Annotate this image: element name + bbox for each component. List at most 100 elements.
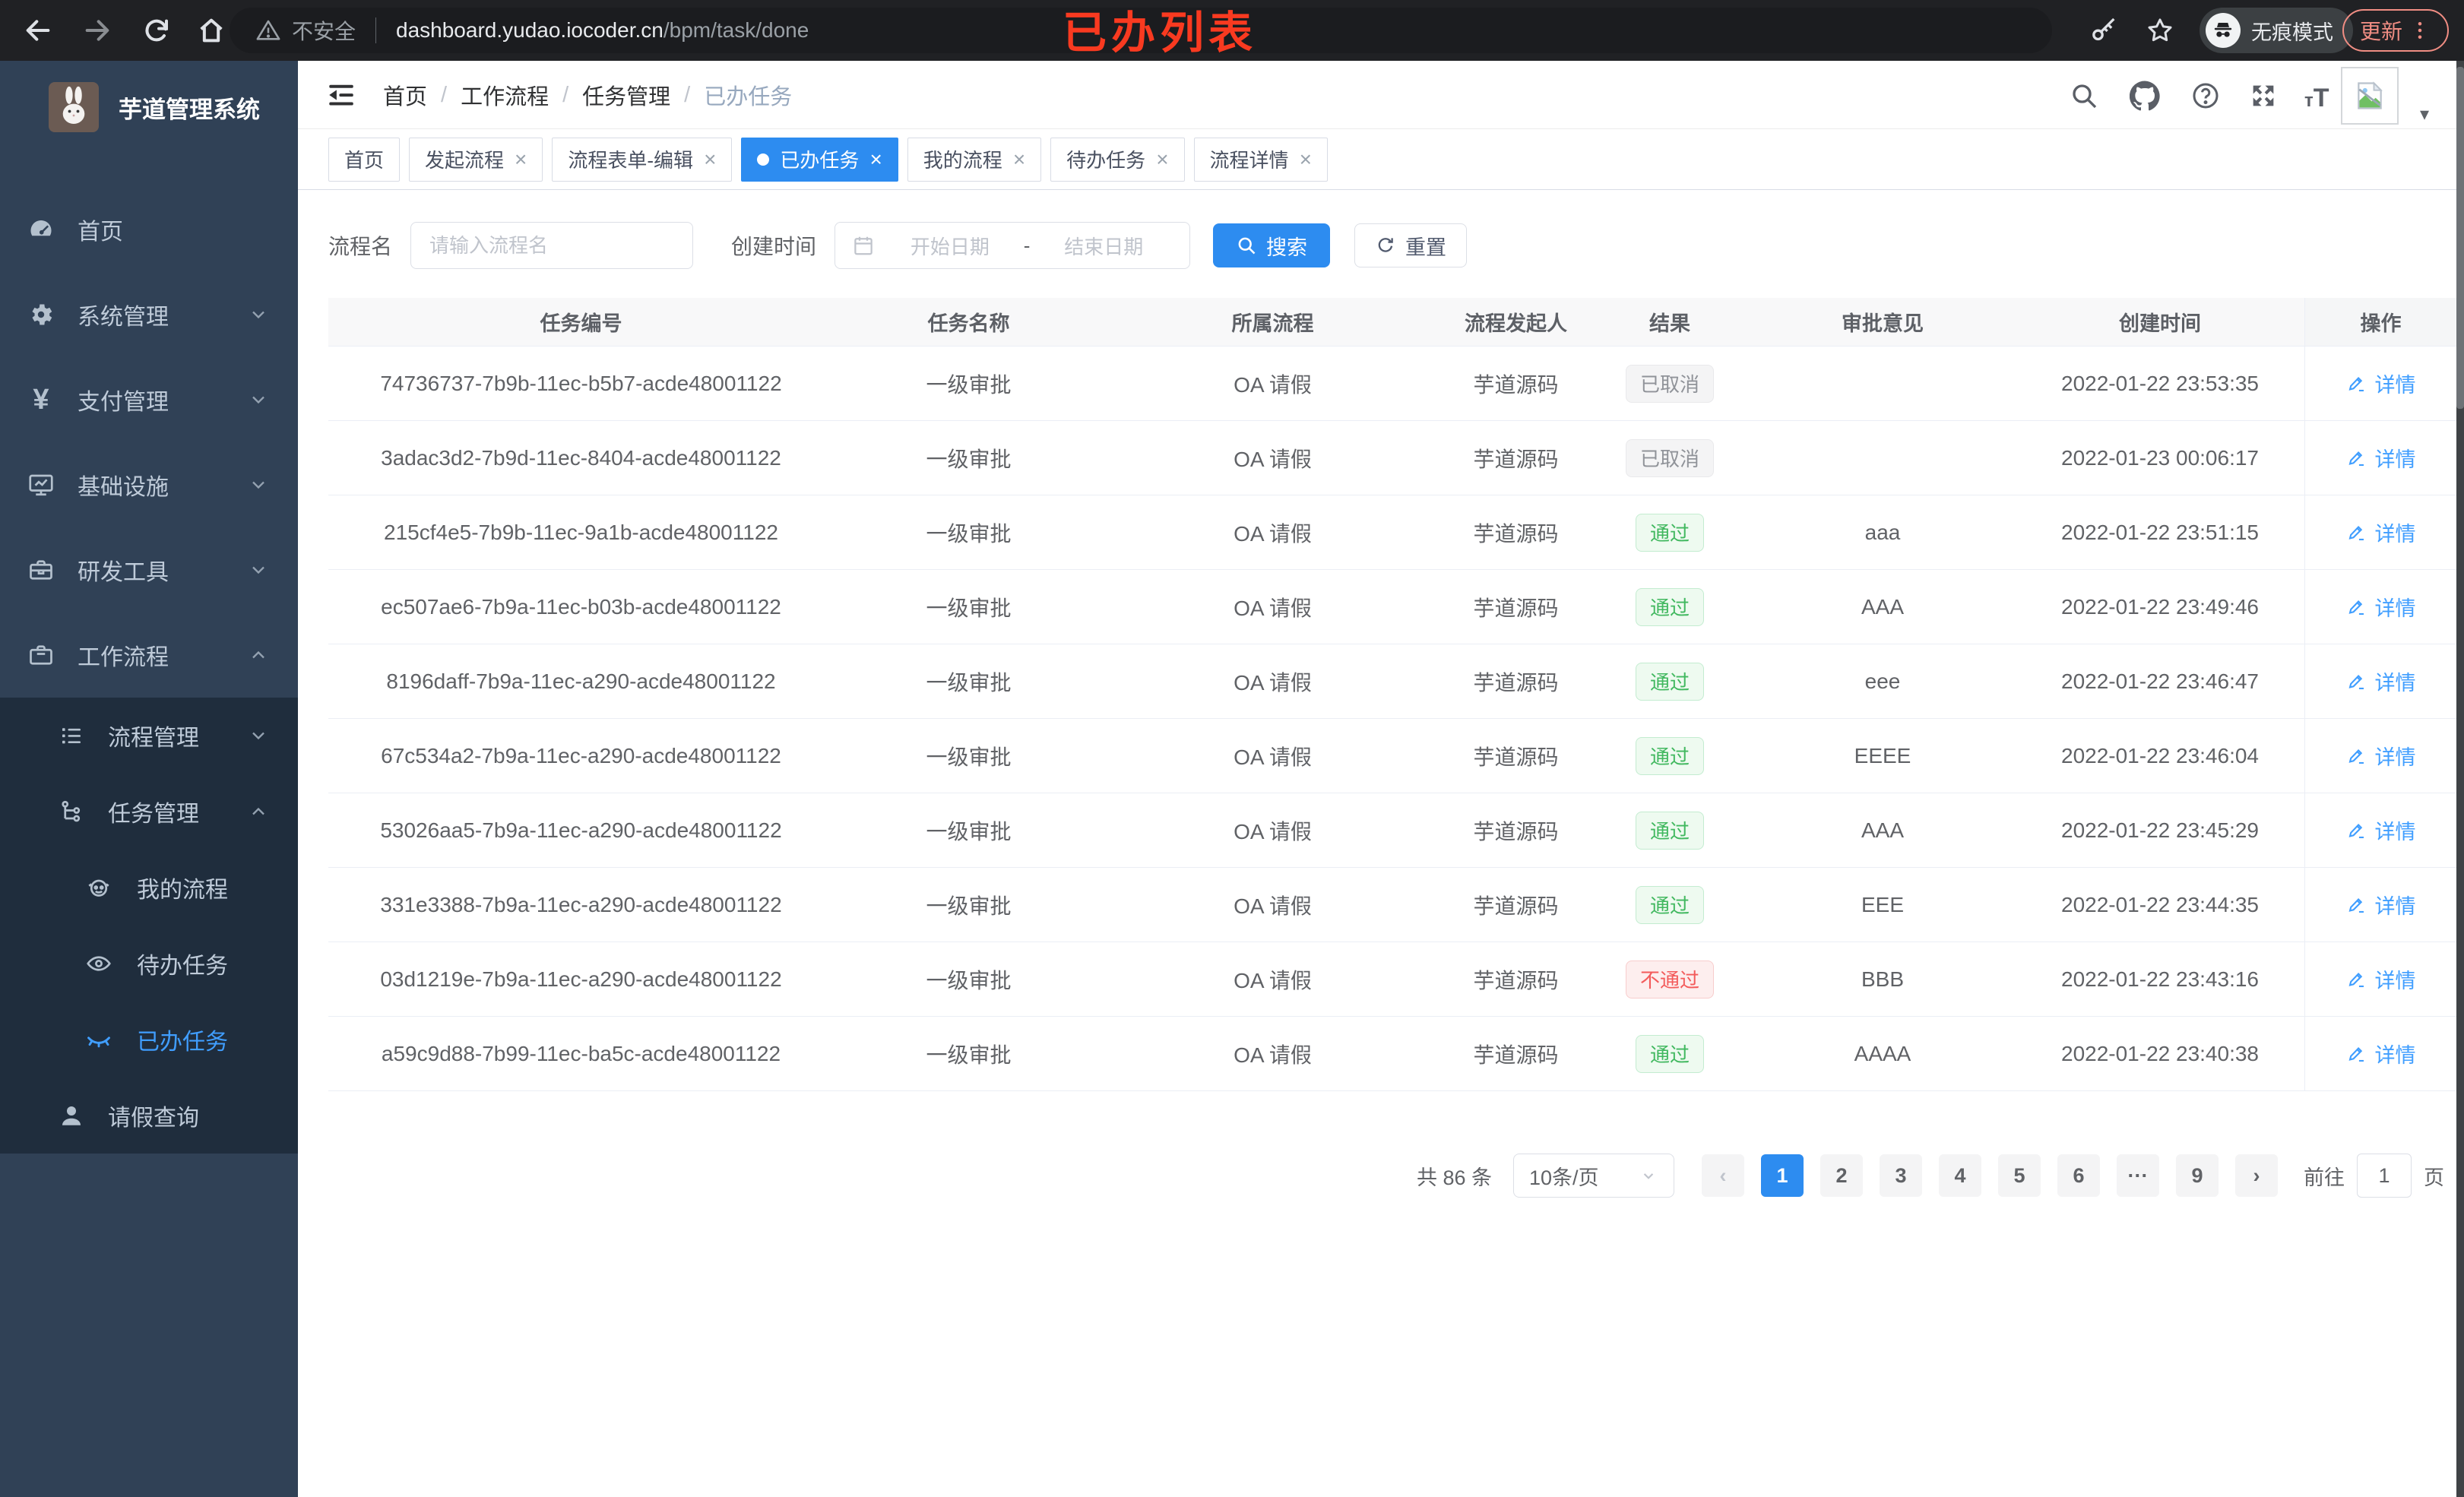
tab-label: 首页 [344,149,385,172]
github-icon[interactable] [2130,81,2160,111]
create-time-label: 创建时间 [731,235,817,258]
flow-icon [58,798,85,825]
detail-link[interactable]: 详情 [2346,517,2416,547]
sidebar-item-task-mgmt[interactable]: 任务管理 [0,774,298,850]
tab-todo-tasks[interactable]: 待办任务 × [1050,137,1185,182]
tab-my-process[interactable]: 我的流程 × [907,137,1042,182]
page-button-1[interactable]: 1 [1761,1154,1804,1197]
page-scrollbar[interactable] [2456,61,2464,1497]
browser-menu-kebab-icon[interactable] [2409,19,2431,42]
page-ellipsis[interactable]: ··· [2117,1154,2159,1197]
chevron-down-icon [1639,1166,1658,1185]
process-name-input[interactable] [410,222,694,269]
sidebar-item-home[interactable]: 首页 [0,187,298,272]
cell-initiator: 芋道源码 [1473,521,1559,546]
sidebar-collapse-icon[interactable] [325,79,357,111]
scrollbar-thumb[interactable] [2456,67,2464,409]
bookmark-star-icon[interactable] [2145,15,2175,46]
detail-link-label: 详情 [2374,448,2416,471]
tab-process-detail[interactable]: 流程详情 × [1193,137,1328,182]
eye-closed-icon [85,1026,112,1053]
detail-link[interactable]: 详情 [2346,964,2416,994]
tab-start-process[interactable]: 发起流程 × [409,137,543,182]
gear-icon [27,301,55,328]
page-button-3[interactable]: 3 [1880,1154,1922,1197]
sidebar-item-infra[interactable]: 基础设施 [0,442,298,527]
sidebar-item-process-mgmt[interactable]: 流程管理 [0,698,298,774]
page-size-select[interactable]: 10条/页 [1513,1154,1674,1198]
browser-back-icon[interactable] [23,15,53,46]
reset-button[interactable]: 重置 [1354,223,1468,267]
date-range-picker[interactable]: 开始日期 - 结束日期 [835,222,1191,269]
tab-close-icon[interactable]: × [869,148,882,170]
tab-close-icon[interactable]: × [1013,148,1025,170]
sidebar-item-leave-query[interactable]: 请假查询 [0,1078,298,1154]
app-logo[interactable]: 芋道管理系统 [0,61,298,153]
sidebar-item-label: 支付管理 [78,390,169,415]
fullscreen-icon[interactable] [2248,81,2279,111]
search-button[interactable]: 搜索 [1213,223,1331,267]
prev-page-button[interactable]: ‹ [1702,1154,1744,1197]
red-annotation-text: 已办列表 [1063,8,1258,58]
detail-link[interactable]: 详情 [2346,815,2416,845]
sidebar-item-todo-tasks[interactable]: 待办任务 [0,926,298,1002]
browser-update-button[interactable]: 更新 [2342,9,2449,52]
browser-forward-icon[interactable] [82,15,112,46]
goto-page-input[interactable] [2357,1154,2412,1198]
col-header-initiator: 流程发起人 [1465,312,1567,335]
pager: ‹ 1 2 3 4 5 6 ··· 9 › [1702,1154,2278,1197]
breadcrumb-task-mgmt[interactable]: 任务管理 [582,79,670,111]
page-button-4[interactable]: 4 [1939,1154,1981,1197]
detail-link[interactable]: 详情 [2346,592,2416,622]
page-button-5[interactable]: 5 [1998,1154,2041,1197]
result-badge: 通过 [1635,513,1704,552]
detail-link[interactable]: 详情 [2346,666,2416,696]
detail-link[interactable]: 详情 [2346,443,2416,473]
cell-actions: 详情 [2304,719,2456,793]
sidebar-item-devtools[interactable]: 研发工具 [0,527,298,612]
help-icon[interactable] [2190,81,2221,111]
browser-home-icon[interactable] [196,15,226,46]
cell-comment: eee [1864,669,1901,693]
detail-link[interactable]: 详情 [2346,741,2416,771]
detail-link[interactable]: 详情 [2346,369,2416,398]
briefcase-icon [27,641,55,669]
page-button-2[interactable]: 2 [1820,1154,1863,1197]
tab-done-tasks[interactable]: 已办任务 × [741,137,898,182]
tab-form-edit[interactable]: 流程表单-编辑 × [552,137,733,182]
tab-close-icon[interactable]: × [704,148,716,170]
page-unit-label: 页 [2424,1166,2444,1189]
sidebar-item-system[interactable]: 系统管理 [0,272,298,357]
breadcrumb-workflow[interactable]: 工作流程 [461,79,549,111]
sidebar-item-label: 流程管理 [108,726,199,751]
detail-link[interactable]: 详情 [2346,890,2416,919]
cell-comment: EEEE [1854,743,1911,767]
tab-close-icon[interactable]: × [1300,148,1312,170]
next-page-button[interactable]: › [2235,1154,2278,1197]
sidebar-item-my-process[interactable]: 我的流程 [0,850,298,926]
page-button-9[interactable]: 9 [2176,1154,2219,1197]
breadcrumb-home[interactable]: 首页 [383,79,427,111]
detail-link-label: 详情 [2374,970,2416,992]
tab-close-icon[interactable]: × [1156,148,1168,170]
tab-home[interactable]: 首页 [328,137,401,182]
page-button-6[interactable]: 6 [2057,1154,2100,1197]
detail-link[interactable]: 详情 [2346,1039,2416,1068]
sidebar-item-workflow[interactable]: 工作流程 [0,612,298,698]
sidebar-item-done-tasks[interactable]: 已办任务 [0,1002,298,1078]
cell-created-time: 2022-01-22 23:40:38 [2061,1041,2259,1065]
sidebar-item-label: 研发工具 [78,560,169,585]
list-icon [58,722,85,749]
sidebar-item-payment[interactable]: ¥ 支付管理 [0,357,298,442]
browser-reload-icon[interactable] [141,15,172,46]
avatar-dropdown-caret-icon[interactable]: ▾ [2420,103,2429,125]
col-header-task-id: 任务编号 [540,312,622,335]
breadcrumb: 首页 / 工作流程 / 任务管理 / 已办任务 [383,61,792,129]
tab-label: 我的流程 [923,149,1002,172]
password-key-icon[interactable] [2089,15,2119,46]
tab-close-icon[interactable]: × [515,148,527,170]
avatar[interactable] [2341,67,2399,125]
search-icon[interactable] [2069,81,2099,111]
font-size-icon[interactable]: тT [2304,84,2329,113]
robot-icon [85,874,112,901]
